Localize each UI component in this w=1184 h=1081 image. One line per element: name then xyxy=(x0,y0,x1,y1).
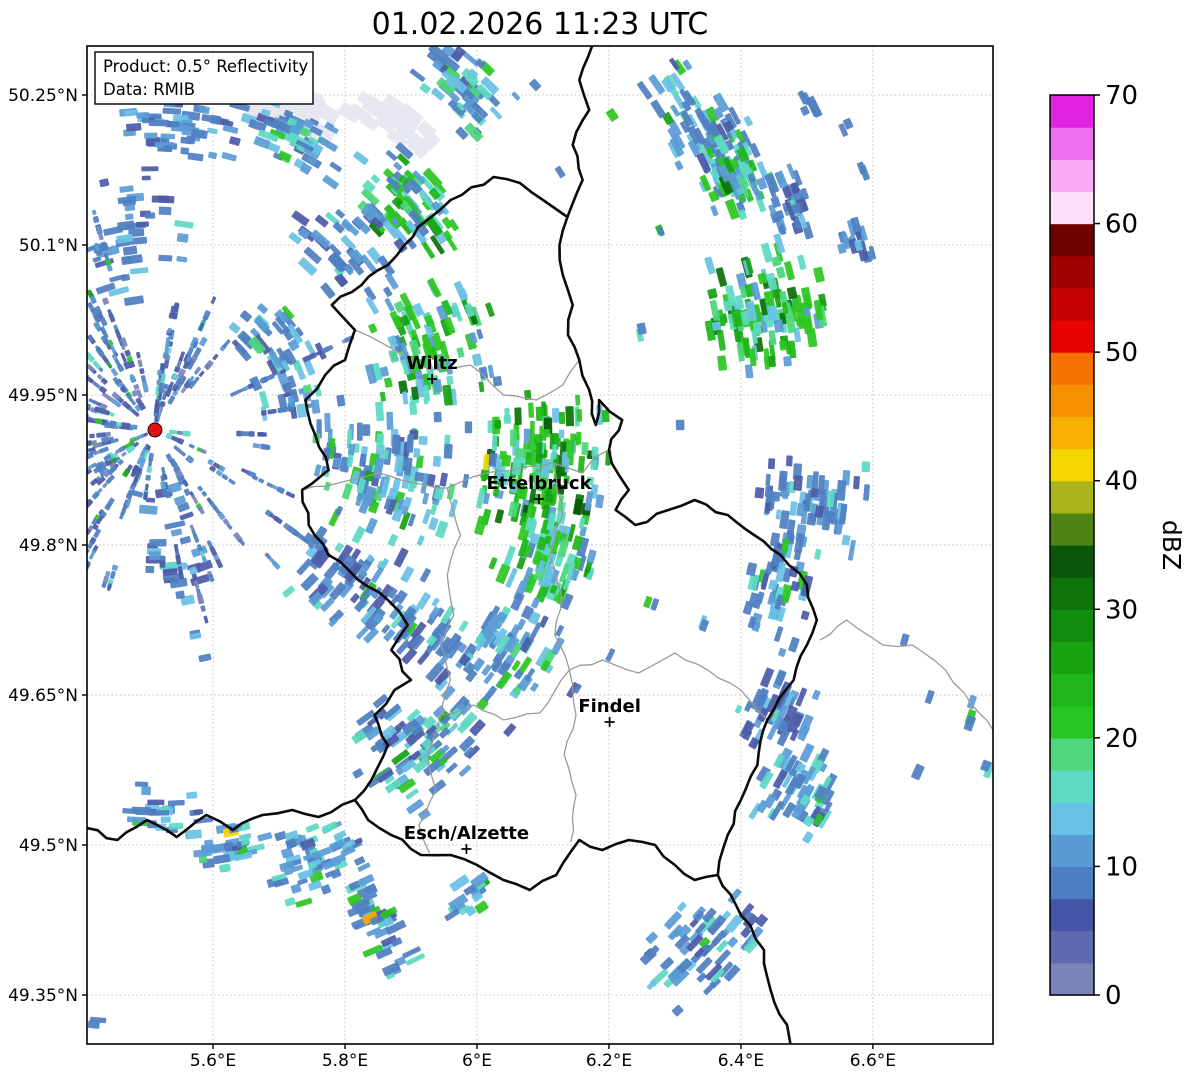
colorbar-tick-label-30: 30 xyxy=(1105,595,1138,625)
colorbar-segment xyxy=(1050,866,1094,900)
radar-map-canvas: 01.02.2026 11:23 UTC 50.25°N 50.1°N 49.95°… xyxy=(8,7,1184,1071)
colorbar-tick-label-40: 40 xyxy=(1105,467,1138,497)
colorbar: 0 10 20 30 40 50 60 70 xyxy=(1049,81,1138,1011)
plot-title: 01.02.2026 11:23 UTC xyxy=(372,7,709,42)
colorbar-segment xyxy=(1050,834,1094,868)
colorbar-segment xyxy=(1050,320,1094,353)
city-label-2: Findel xyxy=(578,696,641,717)
radar-figure: 01.02.2026 11:23 UTC 50.25°N 50.1°N 49.95°… xyxy=(0,0,1184,1081)
lon-tick-label-0: 5.6°E xyxy=(190,1051,236,1071)
colorbar-segment xyxy=(1050,223,1094,257)
city-plus-icon xyxy=(604,717,615,727)
lon-tick-label-1: 5.8°E xyxy=(322,1051,368,1071)
colorbar-segment xyxy=(1050,448,1094,482)
city-marker-Findel: Findel xyxy=(578,696,641,727)
colorbar-segment xyxy=(1050,416,1094,450)
colorbar-segment xyxy=(1050,802,1094,835)
lon-tick-label-2: 6°E xyxy=(462,1051,492,1071)
colorbar-tick-label-10: 10 xyxy=(1105,852,1138,882)
city-label-0: Wiltz xyxy=(406,353,457,374)
colorbar-tick-label-20: 20 xyxy=(1105,724,1138,754)
city-label-1: Ettelbruck xyxy=(486,473,592,494)
colorbar-segment xyxy=(1050,287,1094,321)
lat-tick-label-2: 49.95°N xyxy=(8,386,78,406)
lon-tick-label-5: 6.6°E xyxy=(850,1051,896,1071)
colorbar-segment xyxy=(1050,127,1094,160)
colorbar-segment xyxy=(1050,962,1094,996)
radar-site-marker xyxy=(147,422,163,438)
info-box-product-line: Product: 0.5° Reflectivity xyxy=(103,57,309,76)
colorbar-segment xyxy=(1050,898,1094,932)
colorbar-segment xyxy=(1050,641,1094,675)
colorbar-segment xyxy=(1050,95,1094,128)
lat-tick-label-5: 49.5°N xyxy=(19,836,78,856)
colorbar-segment xyxy=(1050,159,1094,193)
colorbar-segment xyxy=(1050,352,1094,385)
colorbar-unit-label: dBZ xyxy=(1157,520,1184,570)
colorbar-segment xyxy=(1050,512,1094,546)
colorbar-segment xyxy=(1050,384,1094,418)
district-borders xyxy=(301,329,993,854)
colorbar-segment xyxy=(1050,191,1094,225)
colorbar-tick-label-50: 50 xyxy=(1105,338,1138,368)
radar-echoes xyxy=(87,46,993,1029)
colorbar-segment xyxy=(1050,737,1094,771)
lat-tick-label-0: 50.25°N xyxy=(8,86,78,106)
colorbar-segment xyxy=(1050,545,1094,578)
lat-tick-label-1: 50.1°N xyxy=(19,236,78,256)
lat-tick-label-6: 49.35°N xyxy=(8,986,78,1006)
colorbar-segment xyxy=(1050,255,1094,289)
lat-tick-label-3: 49.8°N xyxy=(19,536,78,556)
colorbar-tick-label-70: 70 xyxy=(1105,81,1138,111)
colorbar-tick-label-60: 60 xyxy=(1105,210,1138,240)
info-box: Product: 0.5° Reflectivity Data: RMIB xyxy=(94,51,314,105)
country-border-line xyxy=(566,46,594,219)
city-plus-icon xyxy=(461,844,472,854)
lon-tick-label-4: 6.4°E xyxy=(718,1051,764,1071)
colorbar-tick-label-0: 0 xyxy=(1105,981,1122,1011)
colorbar-segment xyxy=(1050,770,1094,803)
lon-tick-label-3: 6.2°E xyxy=(586,1051,632,1071)
colorbar-segment xyxy=(1050,609,1094,643)
info-box-data-line: Data: RMIB xyxy=(103,80,195,99)
city-label-3: Esch/Alzette xyxy=(404,823,529,844)
city-markers: Wiltz Ettelbruck Findel Esch/Alzette xyxy=(404,353,641,854)
colorbar-segment xyxy=(1050,673,1094,707)
colorbar-segment xyxy=(1050,577,1094,610)
city-marker-Esch/Alzette: Esch/Alzette xyxy=(404,823,529,854)
lat-tick-label-4: 49.65°N xyxy=(8,686,78,706)
colorbar-segment xyxy=(1050,930,1094,964)
colorbar-segment xyxy=(1050,480,1094,514)
colorbar-segment xyxy=(1050,705,1094,739)
radar-site-dot xyxy=(147,422,163,438)
